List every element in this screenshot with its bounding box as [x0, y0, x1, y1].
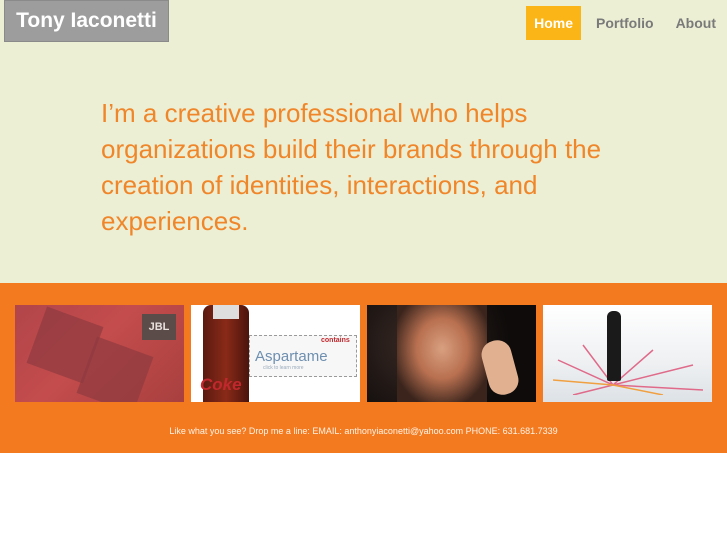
main-nav: Home Portfolio About [526, 6, 727, 40]
network-lines-graphic [553, 344, 703, 395]
businesswoman-figure [607, 311, 621, 381]
hero-tagline: I’m a creative professional who helps or… [101, 98, 602, 236]
bottle-cap [213, 305, 239, 319]
aspartame-label: Aspartame [255, 348, 328, 365]
nav-home[interactable]: Home [526, 6, 582, 40]
portfolio-thumb-coke[interactable]: Coke contains Aspartame click to learn m… [191, 305, 360, 402]
contact-line: Like what you see? Drop me a line: EMAIL… [169, 426, 558, 436]
nav-portfolio[interactable]: Portfolio [585, 6, 665, 40]
portrait-image [397, 305, 487, 402]
contains-label: contains [321, 337, 350, 344]
portfolio-thumb-businesswoman[interactable] [543, 305, 712, 402]
jbl-logo: JBL [142, 314, 176, 340]
hero-section: Tony Iaconetti Home Portfolio About I’m … [0, 0, 727, 283]
portfolio-thumb-jbl[interactable]: JBL [15, 305, 184, 402]
gallery-band: JBL Coke contains Aspartame click to lea… [0, 283, 727, 453]
site-logo[interactable]: Tony Iaconetti [4, 0, 169, 42]
coke-logo: Coke [200, 375, 242, 394]
learn-more-label: click to learn more [263, 365, 304, 371]
portfolio-thumb-woman-portrait[interactable] [367, 305, 536, 402]
nav-about[interactable]: About [665, 6, 727, 40]
